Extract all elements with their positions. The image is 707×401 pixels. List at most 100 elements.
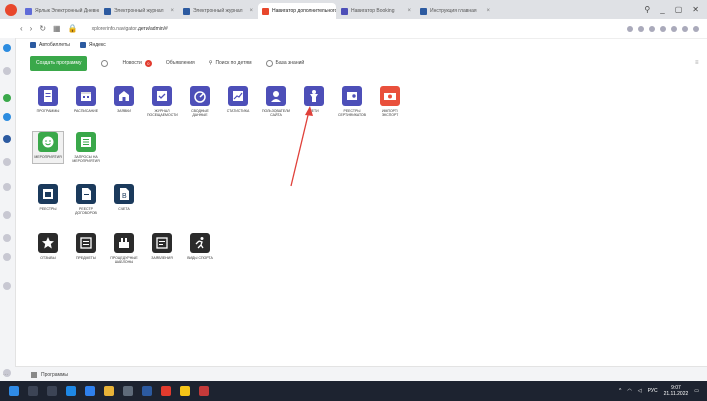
browser-tab[interactable]: Навигатор Booking ×	[337, 3, 415, 19]
module-tile[interactable]: Сводные данные	[185, 86, 215, 117]
module-tile[interactable]: Реестры сертификатов	[337, 86, 367, 117]
taskbar-app-icon[interactable]	[180, 386, 190, 396]
tray-chevron-icon[interactable]: ^	[619, 388, 621, 394]
sidebar-message-icon[interactable]	[3, 113, 11, 121]
programs-panel-tab[interactable]: Программы	[31, 371, 68, 378]
notifications-icon[interactable]: ▭	[694, 388, 699, 394]
news-button[interactable]: Новости 0	[122, 59, 152, 67]
language-indicator[interactable]: РУС	[648, 388, 658, 394]
sidebar-clock-icon[interactable]	[3, 234, 11, 242]
sidebar-pin-icon[interactable]	[3, 282, 11, 290]
browser-tab[interactable]: Навигатор дополнительного о...×	[258, 3, 336, 19]
module-label: Импорт/экспорт	[381, 109, 399, 117]
sidebar-mail-icon[interactable]	[3, 135, 11, 143]
module-tile[interactable]: Процедурные шаблоны	[109, 233, 139, 264]
create-program-button[interactable]: Создать программу	[30, 55, 88, 71]
extension-icon[interactable]	[660, 25, 666, 32]
nav-controls: ‹ › ↻ ▦ 🔒	[0, 24, 78, 33]
minimize-icon[interactable]: _	[660, 5, 664, 14]
module-tile[interactable]: Заявки	[109, 86, 139, 117]
module-tile[interactable]: Мероприятия	[32, 131, 64, 164]
sidebar-target-icon[interactable]	[3, 158, 11, 166]
module-tile[interactable]: Реестры	[33, 184, 63, 215]
sidebar-heart-icon[interactable]	[3, 211, 11, 219]
taskbar-app-icon[interactable]	[199, 386, 209, 396]
ellipsis-icon[interactable]: ···	[3, 372, 8, 378]
grid-icon[interactable]: ▦	[53, 24, 61, 33]
document-icon	[38, 86, 58, 106]
module-tile[interactable]: Отзывы	[33, 233, 63, 264]
search-children-button[interactable]: ⚲ Поиск по детям	[209, 60, 252, 66]
module-tile[interactable]: Импорт/экспорт	[375, 86, 405, 117]
close-icon[interactable]: ✕	[692, 5, 699, 14]
tab-close-icon[interactable]: ×	[168, 8, 174, 14]
module-row-registries: Реестры Реестр договоров B Счета	[33, 184, 139, 215]
forward-icon[interactable]: ›	[30, 24, 33, 33]
module-tile[interactable]: Статистика	[223, 86, 253, 117]
module-tile[interactable]: Реестр договоров	[71, 184, 101, 215]
module-tile[interactable]: Пользователи сайта	[261, 86, 291, 117]
search-icon[interactable]: ⚲	[644, 5, 650, 14]
sidebar-chat-icon[interactable]	[3, 94, 11, 102]
extension-icon[interactable]	[627, 25, 633, 32]
sidebar-history-icon[interactable]	[3, 67, 11, 75]
windows-start-icon[interactable]	[9, 386, 19, 396]
module-tile[interactable]: Заявления	[147, 233, 177, 264]
extension-icon[interactable]	[638, 25, 644, 32]
taskbar-explorer-icon[interactable]	[104, 386, 114, 396]
module-tile[interactable]: Программы	[33, 86, 63, 117]
window-controls: ⚲ _ ▢ ✕	[644, 5, 707, 14]
browser-tab[interactable]: Инструкция главная ×	[416, 3, 494, 19]
money-icon	[380, 86, 400, 106]
taskbar-browser-icon[interactable]	[161, 386, 171, 396]
taskbar-search-icon[interactable]	[28, 386, 38, 396]
maximize-icon[interactable]: ▢	[675, 5, 683, 14]
announcements-button[interactable]: Объявления	[166, 60, 195, 66]
knowledge-base-icon	[265, 59, 273, 67]
browser-logo-icon[interactable]	[5, 3, 17, 16]
task-view-icon[interactable]	[47, 386, 57, 396]
taskbar-app-icon[interactable]	[142, 386, 152, 396]
module-tile[interactable]: Дети	[299, 86, 329, 117]
back-icon[interactable]: ‹	[20, 24, 23, 33]
module-tile[interactable]: Виды спорта	[185, 233, 215, 264]
taskbar-edge-icon[interactable]	[66, 386, 76, 396]
reload-icon[interactable]: ↻	[39, 24, 46, 33]
extension-icon[interactable]	[671, 25, 677, 32]
help-button[interactable]	[101, 59, 109, 67]
module-tile[interactable]: Предметы	[71, 233, 101, 264]
browser-sidebar	[0, 38, 16, 381]
module-tile[interactable]: Журнал посещаемости	[147, 86, 178, 117]
module-label: Расписание	[73, 109, 99, 113]
tab-close-icon[interactable]: ×	[405, 8, 411, 14]
knowledge-base-button[interactable]: База знаний	[265, 59, 304, 67]
browser-tab[interactable]: Ярлык Электронный Дневник — С...×	[21, 3, 99, 19]
module-label: Отзывы	[40, 256, 56, 260]
extension-icon[interactable]	[682, 25, 688, 32]
sidebar-settings-icon[interactable]	[3, 253, 11, 261]
bookmark-item[interactable]: Автобиллеты	[30, 42, 70, 48]
system-tray: ^ ◠ ◁ РУС 9:07 21.11.2022 ▭	[619, 385, 707, 397]
taskbar-app-icon[interactable]	[123, 386, 133, 396]
module-tile[interactable]: Расписание	[71, 86, 101, 117]
url-field[interactable]: xplorerinfo.navigator.дети/admin/#	[92, 26, 627, 32]
module-tile[interactable]: Запросы на мероприятия	[71, 132, 101, 163]
sidebar-play-icon[interactable]	[3, 183, 11, 191]
taskbar-mail-icon[interactable]	[85, 386, 95, 396]
browser-tab[interactable]: Электронный журнал ×	[179, 3, 257, 19]
dashboard-icon	[190, 86, 210, 106]
module-tile[interactable]: B Счета	[109, 184, 139, 215]
extension-icon[interactable]	[649, 25, 655, 32]
browser-tab[interactable]: Электронный журнал ×	[100, 3, 178, 19]
extension-icon[interactable]	[693, 25, 699, 32]
smile-icon	[38, 132, 58, 152]
network-icon[interactable]: ◠	[627, 388, 631, 394]
hamburger-menu-icon[interactable]: ≡	[695, 60, 701, 66]
clock[interactable]: 9:07 21.11.2022	[664, 385, 689, 397]
sidebar-app-icon[interactable]	[3, 44, 11, 52]
lock-icon[interactable]: 🔒	[68, 24, 78, 33]
bookmark-item[interactable]: Яндекс	[79, 42, 106, 48]
volume-icon[interactable]: ◁	[638, 388, 642, 394]
tab-close-icon[interactable]: ×	[484, 8, 490, 14]
tab-close-icon[interactable]: ×	[247, 8, 253, 14]
